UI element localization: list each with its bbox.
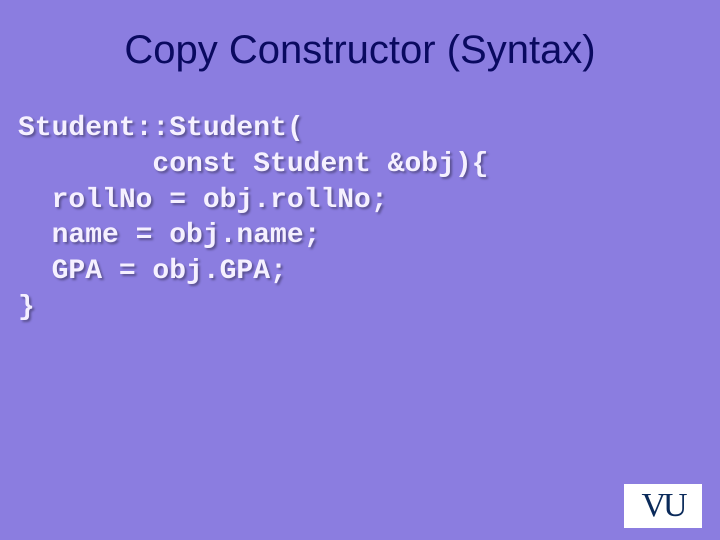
code-block: Student::Student( const Student &obj){ r… bbox=[18, 111, 720, 326]
slide-container: Copy Constructor (Syntax) Student::Stude… bbox=[0, 0, 720, 540]
code-line: rollNo = obj.rollNo; bbox=[18, 185, 388, 216]
code-line: GPA = obj.GPA; bbox=[18, 256, 287, 287]
code-line: } bbox=[18, 292, 35, 323]
code-line: name = obj.name; bbox=[18, 220, 320, 251]
slide-title: Copy Constructor (Syntax) bbox=[0, 0, 720, 73]
code-line: const Student &obj){ bbox=[18, 149, 488, 180]
code-line: Student::Student( bbox=[18, 113, 304, 144]
vu-logo: VU bbox=[624, 484, 702, 528]
